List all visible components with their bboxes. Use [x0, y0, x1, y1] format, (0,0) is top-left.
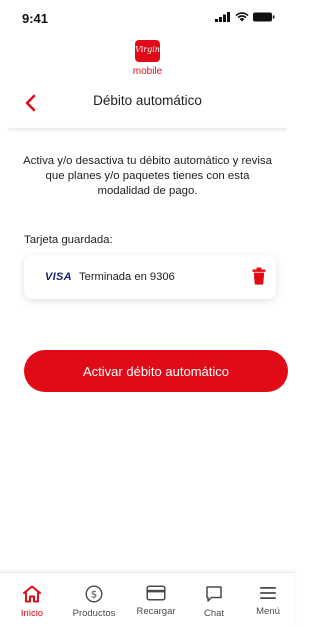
nav-label-menu: Menú	[256, 606, 280, 617]
status-icons	[215, 12, 275, 22]
page-header: Débito automático	[0, 86, 295, 122]
svg-text:$: $	[91, 590, 97, 601]
header-divider	[8, 128, 287, 130]
saved-card[interactable]: VISA Terminada en 9306	[24, 255, 276, 299]
card-ending-text: Terminada en 9306	[79, 271, 175, 283]
description-text: Activa y/o desactiva tu débito automátic…	[23, 155, 272, 197]
nav-label-chat: Chat	[203, 608, 225, 619]
nav-item-chat[interactable]: Chat	[186, 585, 242, 619]
page-title: Débito automático	[93, 93, 202, 108]
nav-item-recargar[interactable]: Recargar	[128, 585, 184, 617]
bottom-navigation: Inicio $ Productos Recargar Chat Menú	[0, 572, 295, 627]
chat-bubble-icon	[206, 586, 222, 602]
nav-label-inicio: Inicio	[20, 608, 44, 619]
nav-item-productos[interactable]: $ Productos	[66, 585, 122, 619]
logo-script-text: Virgin	[135, 45, 160, 54]
cellular-signal-icon	[215, 12, 230, 22]
wifi-icon	[235, 12, 249, 22]
status-time: 9:41	[22, 11, 49, 26]
logo-wordmark: mobile	[132, 66, 163, 77]
visa-logo: VISA	[45, 271, 72, 283]
credit-card-icon	[146, 585, 166, 601]
battery-icon	[253, 12, 275, 22]
logo-badge: Virgin	[135, 40, 160, 62]
nav-item-menu[interactable]: Menú	[240, 585, 296, 617]
nav-label-recargar: Recargar	[136, 606, 176, 617]
nav-label-productos: Productos	[72, 608, 116, 619]
nav-item-inicio[interactable]: Inicio	[4, 585, 60, 619]
dollar-coin-icon: $	[85, 585, 103, 603]
saved-card-label: Tarjeta guardada:	[24, 234, 113, 246]
status-bar: 9:41	[0, 0, 295, 34]
trash-icon	[252, 267, 266, 285]
virgin-mobile-logo: Virgin mobile	[0, 40, 295, 77]
home-icon	[23, 585, 41, 603]
delete-card-button[interactable]	[252, 267, 266, 285]
activate-auto-debit-button[interactable]: Activar débito automático	[24, 350, 288, 392]
hamburger-menu-icon	[260, 587, 276, 599]
